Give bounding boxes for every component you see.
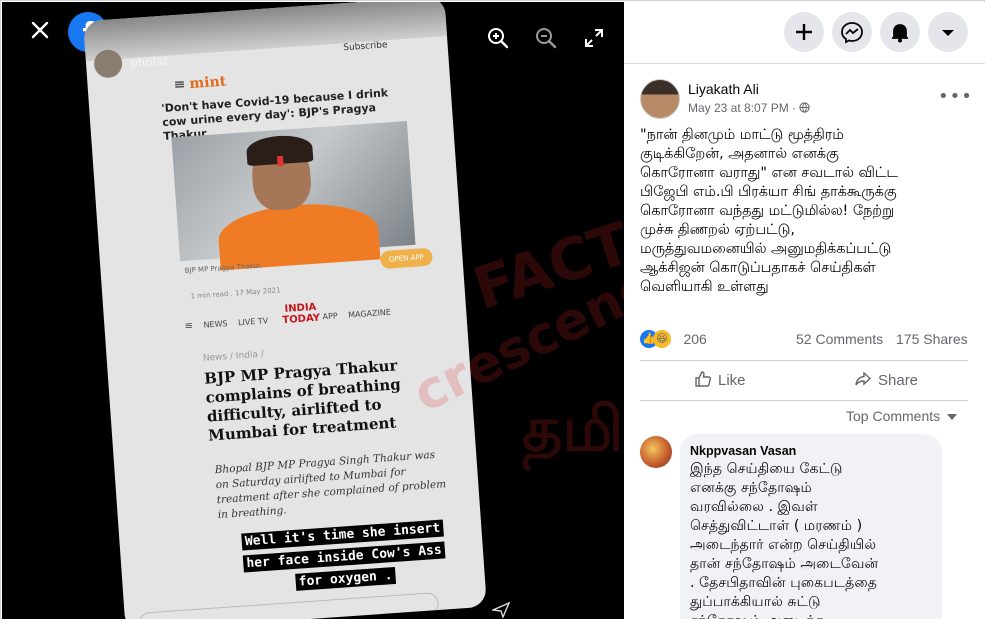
- thumbs-up-icon: [694, 370, 712, 388]
- actions-divider-bottom: [640, 400, 968, 401]
- comment-text: இந்த செய்தியை கேட்டு எனக்கு சந்தோஷம் வரவ…: [690, 461, 879, 619]
- author-name[interactable]: Liyakath Ali: [688, 81, 759, 97]
- commenter-name[interactable]: Nkppvasan Vasan: [690, 444, 796, 458]
- meme-caption: Well it's time she insert her face insid…: [207, 515, 481, 600]
- photo-caption: BJP MP Pragya Thakur.: [184, 261, 263, 275]
- article-headline: BJP MP Pragya Thakur complains of breath…: [203, 356, 402, 445]
- zoom-out-icon[interactable]: [534, 26, 558, 50]
- haha-reaction-icon: 😆: [653, 330, 671, 348]
- post-date[interactable]: May 23 at 8:07 PM ·: [688, 101, 811, 115]
- caret-down-icon[interactable]: [928, 12, 968, 52]
- actions-divider-top: [640, 360, 968, 361]
- messenger-icon[interactable]: [832, 12, 872, 52]
- shares-count[interactable]: 175 Shares: [896, 331, 968, 347]
- photo-viewer[interactable]: f pholat Subscribe ≡mint 'Don't have Cov…: [2, 2, 624, 619]
- fullscreen-icon[interactable]: [584, 28, 604, 48]
- reaction-count: 206: [683, 331, 707, 347]
- share-icon: [854, 370, 872, 388]
- more-options-button[interactable]: •••: [938, 86, 973, 107]
- open-app-badge: OPEN APP: [379, 247, 433, 270]
- india-today-logo: INDIA TODAY: [282, 301, 321, 327]
- top-comments-filter[interactable]: Top Comments: [846, 408, 958, 424]
- plus-icon[interactable]: [784, 12, 824, 52]
- like-button[interactable]: Like: [694, 370, 746, 394]
- reactions-summary[interactable]: 👍😆 206: [640, 330, 707, 348]
- watermark-fact: FACT: [465, 208, 624, 324]
- watermark-tamil: தமிழ்: [522, 392, 624, 465]
- comments-count[interactable]: 52 Comments: [796, 331, 883, 347]
- share-button[interactable]: Share: [854, 370, 918, 394]
- read-time: 1 min read . 17 May 2021: [190, 286, 281, 301]
- zoom-in-icon[interactable]: [486, 26, 510, 50]
- post-panel: Liyakath Ali May 23 at 8:07 PM · ••• "நா…: [624, 2, 985, 619]
- story-header: [83, 2, 448, 62]
- subscribe-label: Subscribe: [343, 40, 388, 54]
- commenter-avatar[interactable]: [640, 436, 672, 468]
- author-avatar[interactable]: [640, 79, 680, 119]
- article-body: Bhopal BJP MP Pragya Singh Thakur was on…: [214, 448, 447, 522]
- breadcrumb: News / India /: [202, 349, 265, 364]
- post-text: "நான் தினமும் மாட்டு மூத்திரம் குடிக்கிற…: [640, 127, 898, 295]
- mint-logo: ≡ mint: [173, 73, 227, 94]
- header-divider: [624, 63, 985, 64]
- close-icon[interactable]: [30, 20, 50, 40]
- globe-icon: [799, 102, 811, 113]
- bell-icon[interactable]: [880, 12, 920, 52]
- story-screenshot: pholat Subscribe ≡ mint 'Don't have Covid…: [83, 2, 487, 619]
- window-frame: f pholat Subscribe ≡mint 'Don't have Cov…: [0, 0, 985, 619]
- comment-bubble: Nkppvasan Vasan இந்த செய்தியை கேட்டு எனக…: [680, 434, 942, 619]
- story-reply-box: [138, 592, 440, 619]
- news-photo: [171, 121, 416, 271]
- send-icon: [492, 602, 510, 618]
- caret-down-small-icon: [947, 414, 958, 420]
- story-username: pholat: [129, 53, 169, 71]
